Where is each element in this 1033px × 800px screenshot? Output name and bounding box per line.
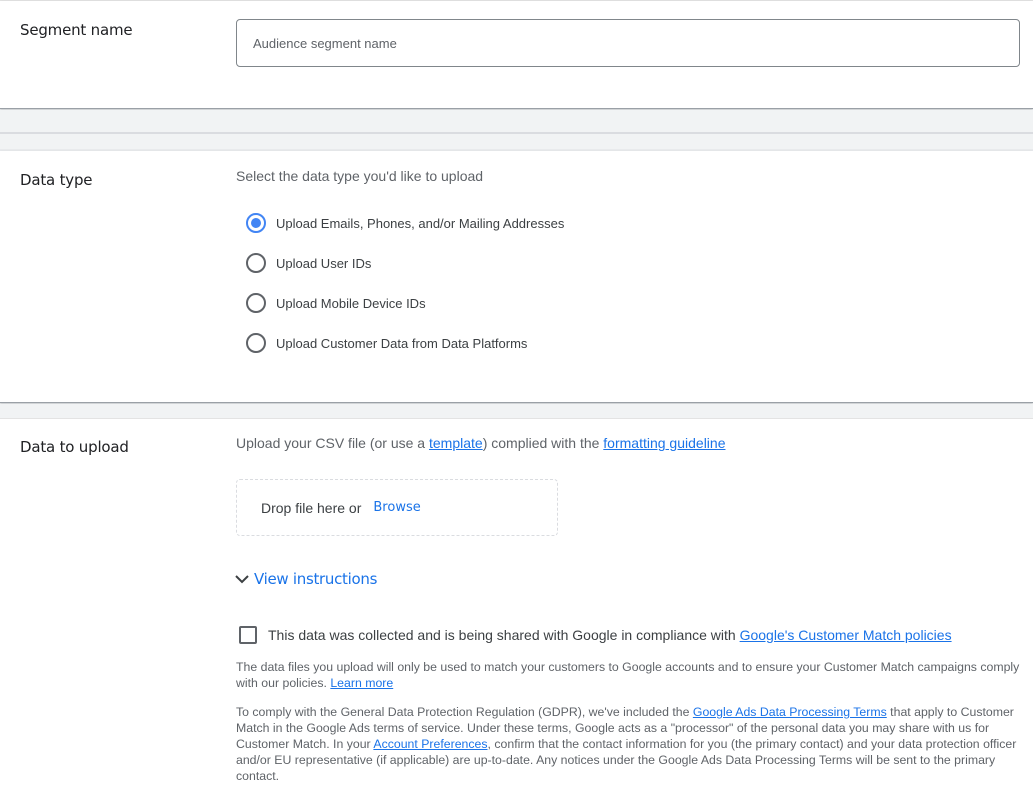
radio-button-checked[interactable] xyxy=(246,213,266,233)
data-type-subtitle: Select the data type you'd like to uploa… xyxy=(236,168,484,184)
section-divider xyxy=(0,404,1033,419)
account-preferences-link[interactable]: Account Preferences xyxy=(373,737,487,751)
view-instructions-toggle[interactable]: View instructions xyxy=(234,570,377,588)
paragraph-text: To comply with the General Data Protecti… xyxy=(236,705,693,719)
upload-desc-text: Upload your CSV file (or use a xyxy=(236,435,429,451)
formatting-guideline-link[interactable]: formatting guideline xyxy=(603,435,725,451)
radio-label: Upload Emails, Phones, and/or Mailing Ad… xyxy=(276,215,565,231)
data-usage-paragraph: The data files you upload will only be u… xyxy=(236,659,1026,691)
data-type-section: Data type Select the data type you'd lik… xyxy=(0,151,1033,403)
data-processing-terms-link[interactable]: Google Ads Data Processing Terms xyxy=(693,705,887,719)
chevron-down-icon xyxy=(235,575,249,584)
radio-button[interactable] xyxy=(246,253,266,273)
consent-text-body: This data was collected and is being sha… xyxy=(268,627,740,643)
segment-name-label: Segment name xyxy=(20,21,133,39)
segment-name-input[interactable] xyxy=(236,19,1020,67)
radio-option-user-ids[interactable]: Upload User IDs xyxy=(246,253,371,273)
data-to-upload-section: Data to upload Upload your CSV file (or … xyxy=(0,419,1033,800)
upload-desc-text: ) complied with the xyxy=(482,435,604,451)
consent-row: This data was collected and is being sha… xyxy=(239,626,952,644)
radio-option-mobile-device-ids[interactable]: Upload Mobile Device IDs xyxy=(246,293,426,313)
radio-option-data-platforms[interactable]: Upload Customer Data from Data Platforms xyxy=(246,333,527,353)
drop-file-text: Drop file here or xyxy=(261,499,362,516)
consent-text: This data was collected and is being sha… xyxy=(268,627,952,643)
data-to-upload-label: Data to upload xyxy=(20,438,129,456)
gdpr-paragraph: To comply with the General Data Protecti… xyxy=(236,704,1026,784)
template-link[interactable]: template xyxy=(429,435,483,451)
browse-button[interactable]: Browse xyxy=(373,500,420,515)
radio-option-emails-phones[interactable]: Upload Emails, Phones, and/or Mailing Ad… xyxy=(246,213,564,233)
radio-label: Upload Mobile Device IDs xyxy=(276,295,426,311)
upload-description: Upload your CSV file (or use a template)… xyxy=(236,435,725,451)
learn-more-link[interactable]: Learn more xyxy=(330,676,393,690)
radio-button[interactable] xyxy=(246,333,266,353)
file-dropzone[interactable]: Drop file here or Browse xyxy=(236,479,558,536)
segment-name-section: Segment name xyxy=(0,1,1033,109)
data-type-label: Data type xyxy=(20,171,93,189)
radio-button[interactable] xyxy=(246,293,266,313)
view-instructions-label: View instructions xyxy=(254,570,378,588)
radio-label: Upload User IDs xyxy=(276,255,372,271)
customer-match-policies-link[interactable]: Google's Customer Match policies xyxy=(740,627,952,643)
divider-line xyxy=(0,132,1033,134)
section-divider xyxy=(0,110,1033,151)
radio-label: Upload Customer Data from Data Platforms xyxy=(276,335,528,351)
consent-checkbox[interactable] xyxy=(239,626,257,644)
